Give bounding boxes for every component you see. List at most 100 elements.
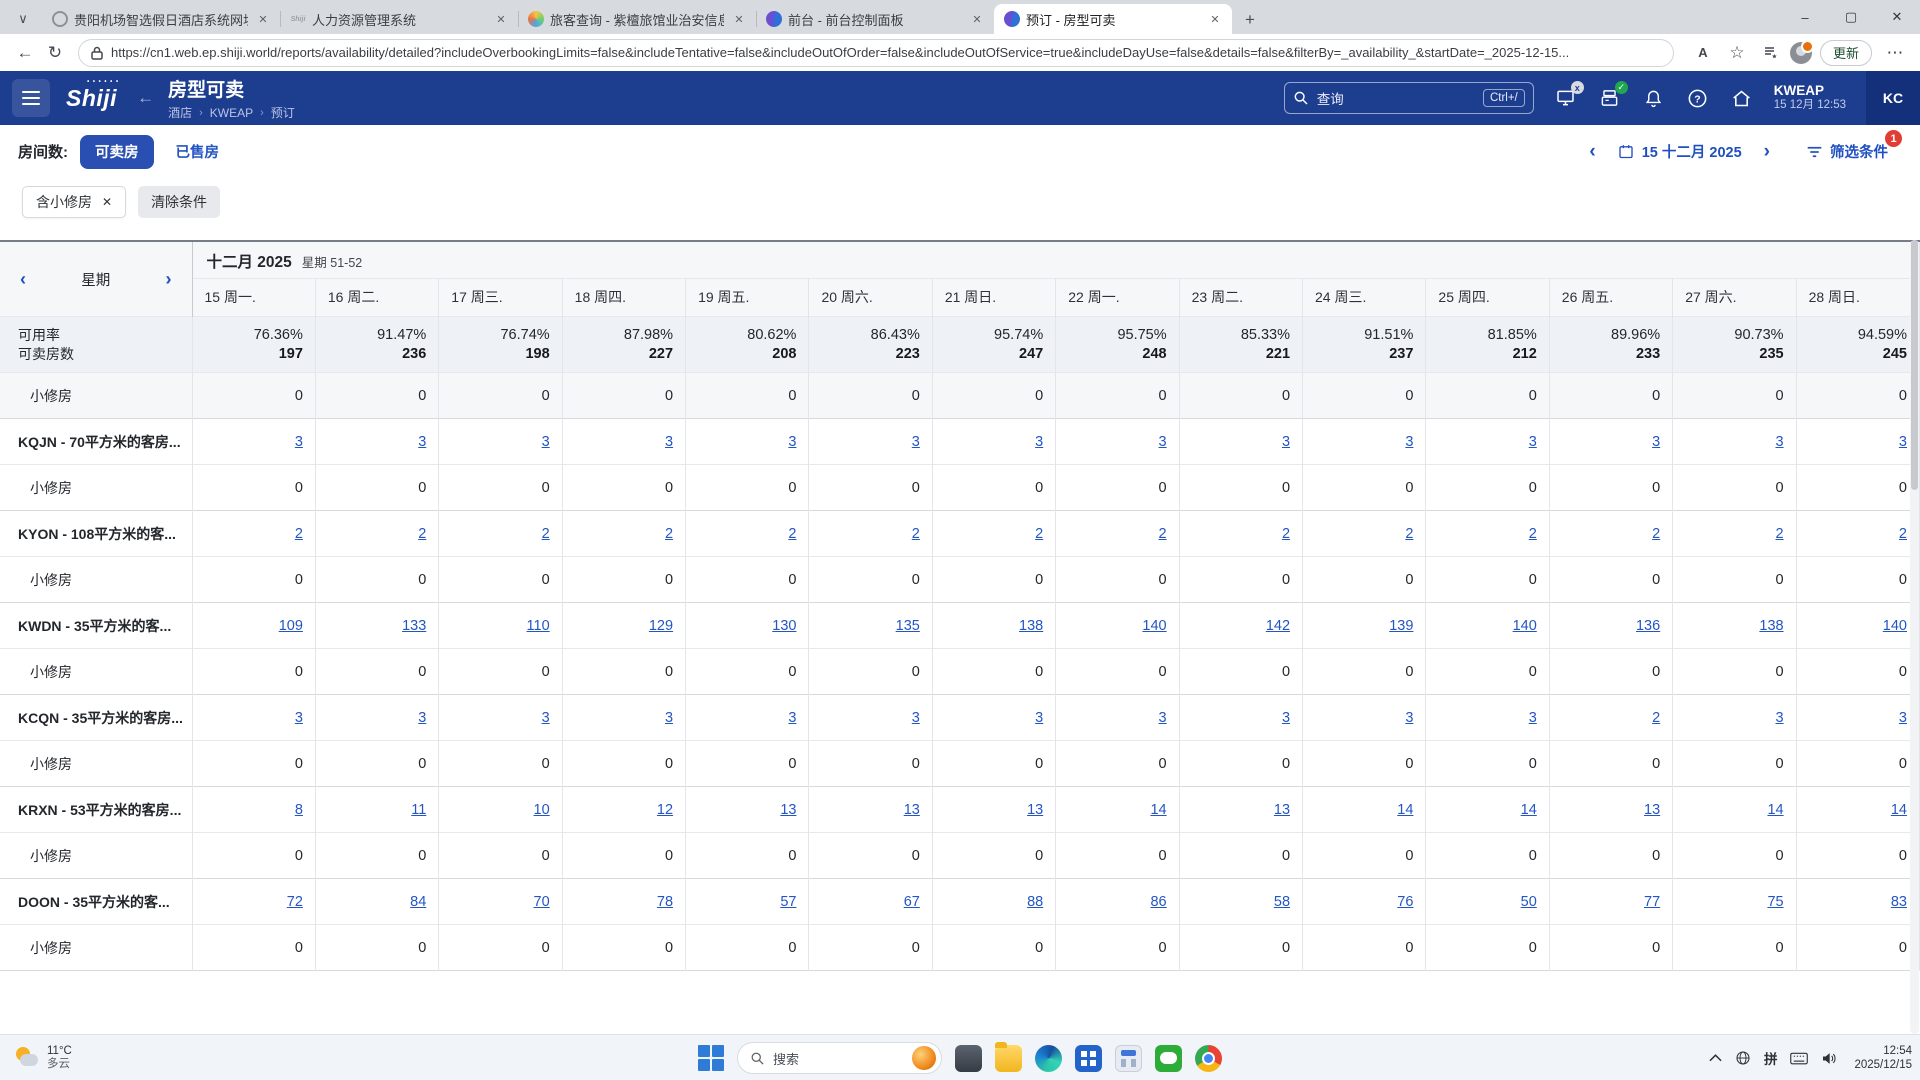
- cell-value-link[interactable]: 2: [315, 511, 438, 557]
- notifications-bell-icon[interactable]: [1642, 86, 1666, 110]
- cell-value-link[interactable]: 13: [686, 787, 809, 833]
- breadcrumb-hotel[interactable]: 酒店: [168, 104, 192, 121]
- cell-value-link[interactable]: 76: [1303, 879, 1426, 925]
- cell-value-link[interactable]: 3: [809, 695, 932, 741]
- cell-value-link[interactable]: 136: [1549, 603, 1672, 649]
- cell-value-link[interactable]: 3: [932, 419, 1055, 465]
- cell-value-link[interactable]: 3: [1673, 419, 1796, 465]
- start-button[interactable]: [698, 1045, 724, 1071]
- cell-value-link[interactable]: 50: [1426, 879, 1549, 925]
- cell-value-link[interactable]: 142: [1179, 603, 1302, 649]
- cell-value-link[interactable]: 57: [686, 879, 809, 925]
- cell-value-link[interactable]: 3: [932, 695, 1055, 741]
- cell-value-link[interactable]: 3: [1179, 695, 1302, 741]
- network-icon[interactable]: [1735, 1050, 1751, 1066]
- cell-value-link[interactable]: 3: [686, 695, 809, 741]
- tab-search-icon[interactable]: ∨: [6, 4, 40, 34]
- cell-value-link[interactable]: 67: [809, 879, 932, 925]
- cell-value-link[interactable]: 77: [1549, 879, 1672, 925]
- cell-value-link[interactable]: 3: [439, 419, 562, 465]
- week-prev-icon[interactable]: ‹: [20, 269, 26, 290]
- weather-widget[interactable]: 11°C 多云: [6, 1035, 80, 1080]
- keyboard-icon[interactable]: [1790, 1052, 1808, 1065]
- workstation-icon[interactable]: x: [1554, 86, 1578, 110]
- browser-tab[interactable]: 前台 - 前台控制面板✕: [756, 4, 994, 34]
- browser-tab[interactable]: 旅客查询 - 紫檀旅馆业治安信息管✕: [518, 4, 756, 34]
- cell-value-link[interactable]: 13: [1549, 787, 1672, 833]
- cell-value-link[interactable]: 3: [315, 695, 438, 741]
- chip-remove-icon[interactable]: ✕: [102, 195, 112, 209]
- refresh-icon[interactable]: ↻: [40, 38, 70, 68]
- cell-value-link[interactable]: 2: [1549, 511, 1672, 557]
- sold-rooms-button[interactable]: 已售房: [176, 141, 220, 162]
- page-scrollbar[interactable]: [1910, 240, 1919, 1034]
- browser-tab[interactable]: 贵阳机场智选假日酒店系统网址导✕: [42, 4, 280, 34]
- back-icon[interactable]: ←: [10, 38, 40, 68]
- wechat-app-icon[interactable]: [1155, 1045, 1182, 1072]
- cell-value-link[interactable]: 140: [1796, 603, 1919, 649]
- cell-value-link[interactable]: 140: [1056, 603, 1179, 649]
- help-icon[interactable]: ?: [1686, 86, 1710, 110]
- user-avatar[interactable]: KC: [1866, 71, 1920, 125]
- cell-value-link[interactable]: 110: [439, 603, 562, 649]
- cell-value-link[interactable]: 138: [1673, 603, 1796, 649]
- cell-value-link[interactable]: 14: [1673, 787, 1796, 833]
- home-icon[interactable]: [1730, 86, 1754, 110]
- cell-value-link[interactable]: 129: [562, 603, 685, 649]
- week-next-icon[interactable]: ›: [166, 269, 172, 290]
- cell-value-link[interactable]: 13: [932, 787, 1055, 833]
- cell-value-link[interactable]: 3: [1426, 419, 1549, 465]
- window-minimize-button[interactable]: –: [1782, 0, 1828, 34]
- edge-browser-icon[interactable]: [1035, 1045, 1062, 1072]
- cell-value-link[interactable]: 12: [562, 787, 685, 833]
- window-maximize-button[interactable]: ▢: [1828, 0, 1874, 34]
- cell-value-link[interactable]: 2: [192, 511, 315, 557]
- cell-value-link[interactable]: 2: [1549, 695, 1672, 741]
- cell-value-link[interactable]: 75: [1673, 879, 1796, 925]
- tab-close-icon[interactable]: ✕: [492, 10, 510, 28]
- cell-value-link[interactable]: 3: [315, 419, 438, 465]
- cell-value-link[interactable]: 109: [192, 603, 315, 649]
- chrome-browser-icon[interactable]: [1195, 1045, 1222, 1072]
- cell-value-link[interactable]: 139: [1303, 603, 1426, 649]
- taskbar-search-input[interactable]: 搜索: [737, 1042, 942, 1074]
- cell-value-link[interactable]: 2: [1303, 511, 1426, 557]
- cell-value-link[interactable]: 3: [562, 695, 685, 741]
- calculator-app-icon[interactable]: [1115, 1045, 1142, 1072]
- cell-value-link[interactable]: 2: [1426, 511, 1549, 557]
- cell-value-link[interactable]: 3: [686, 419, 809, 465]
- global-search-input[interactable]: 查询 Ctrl+/: [1284, 82, 1534, 114]
- cell-value-link[interactable]: 135: [809, 603, 932, 649]
- favorite-star-icon[interactable]: ☆: [1722, 38, 1752, 68]
- cell-value-link[interactable]: 2: [1796, 511, 1919, 557]
- new-tab-button[interactable]: +: [1236, 6, 1264, 34]
- cell-value-link[interactable]: 58: [1179, 879, 1302, 925]
- read-aloud-icon[interactable]: A: [1688, 38, 1718, 68]
- cell-value-link[interactable]: 86: [1056, 879, 1179, 925]
- cell-value-link[interactable]: 14: [1056, 787, 1179, 833]
- clear-filters-button[interactable]: 清除条件: [138, 186, 220, 218]
- cell-value-link[interactable]: 138: [932, 603, 1055, 649]
- cell-value-link[interactable]: 2: [686, 511, 809, 557]
- cell-value-link[interactable]: 13: [809, 787, 932, 833]
- page-back-icon[interactable]: ←: [137, 88, 154, 108]
- tab-close-icon[interactable]: ✕: [730, 10, 748, 28]
- taskbar-clock[interactable]: 12:54 2025/12/15: [1850, 1044, 1912, 1072]
- cell-value-link[interactable]: 3: [1303, 695, 1426, 741]
- browser-tab[interactable]: 人力资源管理系统✕: [280, 4, 518, 34]
- date-prev-icon[interactable]: ‹: [1581, 141, 1603, 163]
- cell-value-link[interactable]: 130: [686, 603, 809, 649]
- scrollbar-thumb[interactable]: [1911, 240, 1918, 490]
- cell-value-link[interactable]: 3: [1056, 419, 1179, 465]
- cashier-icon[interactable]: ✓: [1598, 86, 1622, 110]
- cell-value-link[interactable]: 2: [932, 511, 1055, 557]
- cell-value-link[interactable]: 2: [1673, 511, 1796, 557]
- cell-value-link[interactable]: 2: [809, 511, 932, 557]
- cell-value-link[interactable]: 14: [1426, 787, 1549, 833]
- breadcrumb-booking[interactable]: 预订: [271, 104, 295, 121]
- property-session-info[interactable]: KWEAP 15 12月 12:53: [1774, 83, 1846, 113]
- browser-tab[interactable]: 预订 - 房型可卖✕: [994, 4, 1232, 34]
- cell-value-link[interactable]: 70: [439, 879, 562, 925]
- cell-value-link[interactable]: 3: [562, 419, 685, 465]
- cell-value-link[interactable]: 133: [315, 603, 438, 649]
